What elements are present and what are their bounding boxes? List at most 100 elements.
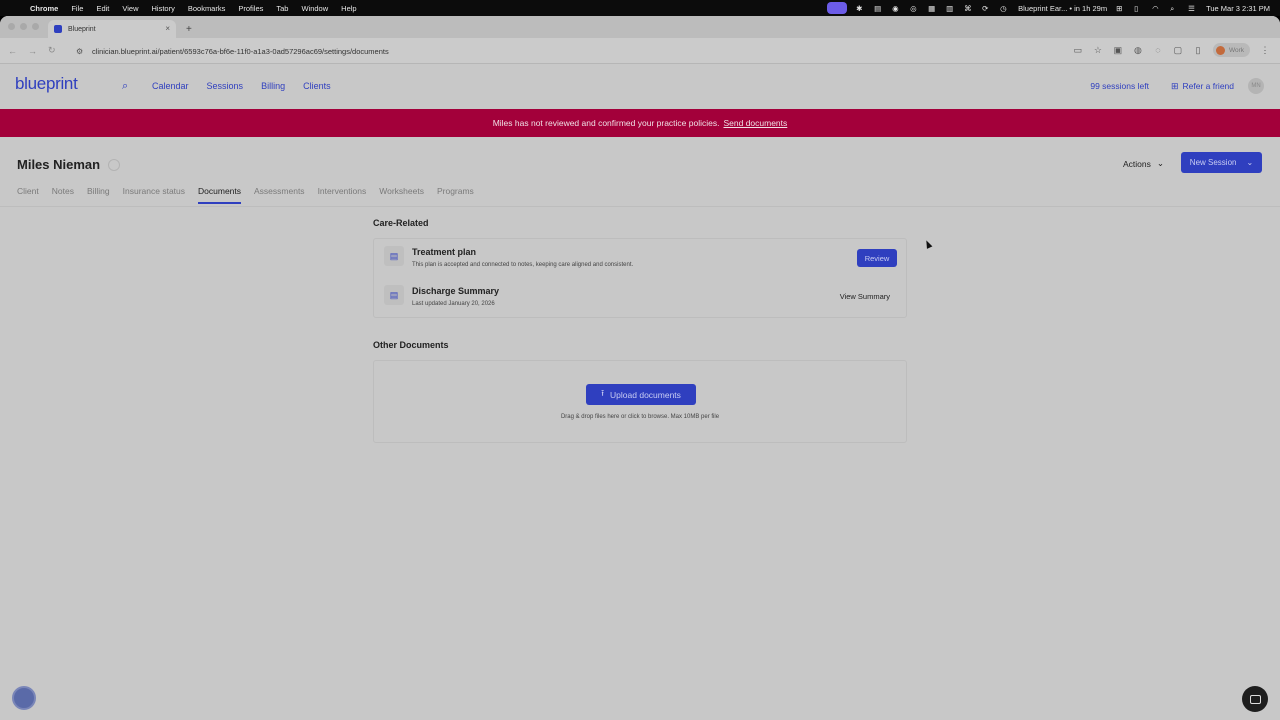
apple-icon[interactable] [10, 4, 18, 13]
traffic-lights [8, 23, 39, 30]
upload-documents-button[interactable]: ⭱ Upload documents [586, 384, 696, 405]
profile-button[interactable]: Work [1212, 43, 1250, 57]
menu-edit[interactable]: Edit [96, 4, 109, 13]
document-icon: ▤ [384, 285, 404, 305]
extension-icon[interactable]: ◍ [1133, 45, 1143, 55]
documents-panel: Care-Related ▤ Treatment plan This plan … [373, 218, 907, 443]
upload-dropzone[interactable]: ⭱ Upload documents Drag & drop files her… [373, 360, 907, 443]
address-bar[interactable]: ⚙ clinician.blueprint.ai/patient/6593c76… [70, 42, 1090, 60]
status-icon[interactable]: ⟳ [982, 4, 991, 13]
site-info-icon[interactable]: ⚙ [76, 47, 84, 56]
new-tab-icon[interactable]: + [186, 24, 192, 35]
status-icon[interactable]: ◉ [892, 4, 901, 13]
screen-recording-icon[interactable] [827, 2, 848, 14]
status-icon[interactable]: ▤ [874, 4, 883, 13]
control-center-icon[interactable]: ☰ [1188, 4, 1197, 13]
back-icon[interactable]: ← [8, 46, 17, 56]
menu-profiles[interactable]: Profiles [238, 4, 263, 13]
tab-insurance-status[interactable]: Insurance status [123, 186, 185, 204]
tab-worksheets[interactable]: Worksheets [379, 186, 424, 204]
treatment-plan-row[interactable]: ▤ Treatment plan This plan is accepted a… [374, 239, 906, 278]
browser-tab[interactable]: Blueprint × [48, 20, 176, 38]
tab-programs[interactable]: Programs [437, 186, 474, 204]
app-header: blueprint ⌕ Calendar Sessions Billing Cl… [0, 64, 1280, 109]
macos-menubar: Chrome File Edit View History Bookmarks … [0, 0, 1280, 16]
tab-title: Blueprint [68, 25, 96, 33]
chat-icon [1249, 694, 1261, 704]
send-documents-link[interactable]: Send documents [723, 118, 787, 128]
menu-app-chrome[interactable]: Chrome [30, 4, 58, 13]
nav-clients[interactable]: Clients [303, 81, 331, 91]
tab-client[interactable]: Client [17, 186, 39, 204]
status-icon[interactable]: ✱ [856, 4, 865, 13]
care-related-card: ▤ Treatment plan This plan is accepted a… [373, 238, 907, 318]
chat-launcher-button[interactable] [1242, 686, 1268, 712]
view-summary-button[interactable]: View Summary [840, 292, 890, 301]
gift-icon: ⊞ [1170, 80, 1179, 91]
reload-icon[interactable]: ↻ [48, 45, 57, 56]
close-tab-icon[interactable]: × [165, 24, 170, 33]
tab-notes[interactable]: Notes [52, 186, 74, 204]
search-icon[interactable]: ⌕ [122, 80, 134, 92]
zoom-window-button[interactable] [32, 23, 39, 30]
upload-label: Upload documents [610, 389, 681, 400]
review-button[interactable]: Review [857, 249, 897, 267]
calendar-event-text[interactable]: Blueprint Ear... • in 1h 29m [1018, 4, 1107, 13]
doc-subtitle: This plan is accepted and connected to n… [412, 262, 634, 268]
status-icon[interactable]: ▥ [946, 4, 955, 13]
close-window-button[interactable] [8, 23, 15, 30]
patient-tabs: Client Notes Billing Insurance status Do… [17, 186, 487, 204]
actions-dropdown[interactable]: Actions ⌄ [1123, 158, 1164, 169]
discharge-summary-row[interactable]: ▤ Discharge Summary Last updated January… [374, 278, 906, 317]
status-icon[interactable]: ⊞ [1116, 4, 1125, 13]
menubar-status-area: ✱ ▤ ◉ ◎ ▦ ▥ ⌘ ⟳ ◷ Blueprint Ear... • in … [827, 0, 1270, 16]
care-related-title: Care-Related [373, 218, 429, 228]
search-icon[interactable]: ⌕ [1170, 4, 1179, 13]
nav-sessions[interactable]: Sessions [207, 81, 244, 91]
more-menu-icon[interactable]: ⋮ [1260, 45, 1270, 55]
menu-help[interactable]: Help [341, 4, 356, 13]
doc-subtitle: Last updated January 20, 2026 [412, 301, 495, 307]
refer-friend-link[interactable]: Refer a friend [1183, 81, 1235, 91]
help-widget-button[interactable] [12, 686, 36, 710]
wifi-icon[interactable]: ◠ [1152, 4, 1161, 13]
status-icon[interactable]: ⌘ [964, 4, 973, 13]
nav-billing[interactable]: Billing [261, 81, 285, 91]
user-avatar[interactable]: MN [1248, 78, 1264, 94]
profile-avatar [1215, 45, 1225, 55]
menu-file[interactable]: File [71, 4, 83, 13]
blueprint-logo[interactable]: blueprint [15, 74, 78, 94]
document-icon: ▤ [384, 246, 404, 266]
battery-icon[interactable]: ▯ [1134, 4, 1143, 13]
tab-interventions[interactable]: Interventions [318, 186, 367, 204]
menu-view[interactable]: View [122, 4, 138, 13]
menu-window[interactable]: Window [301, 4, 328, 13]
tab-documents[interactable]: Documents [198, 186, 242, 204]
extension-icon[interactable]: ▣ [1113, 45, 1123, 55]
new-session-label: New Session [1189, 158, 1237, 167]
minimize-window-button[interactable] [20, 23, 27, 30]
nav-calendar[interactable]: Calendar [152, 81, 189, 91]
menu-history[interactable]: History [152, 4, 175, 13]
tab-billing[interactable]: Billing [87, 186, 110, 204]
status-icon[interactable]: ◎ [910, 4, 919, 13]
banner-text: Miles has not reviewed and confirmed you… [492, 118, 720, 128]
header-right: 99 sessions left ⊞ Refer a friend MN [1090, 78, 1264, 94]
upload-icon: ⭱ [601, 387, 605, 398]
new-session-button[interactable]: New Session ⌄ [1181, 152, 1262, 173]
menubar-clock[interactable]: Tue Mar 3 2:31 PM [1206, 4, 1270, 13]
extensions-puzzle-icon[interactable]: ▢ [1173, 45, 1183, 55]
cast-icon[interactable]: ▭ [1073, 45, 1083, 55]
side-panel-icon[interactable]: ▯ [1193, 45, 1203, 55]
menu-bookmarks[interactable]: Bookmarks [188, 4, 226, 13]
forward-icon[interactable]: → [28, 46, 37, 56]
sessions-left-link[interactable]: 99 sessions left [1090, 81, 1149, 91]
status-icon[interactable]: ▦ [928, 4, 937, 13]
profile-name: Work [1228, 46, 1244, 54]
tab-assessments[interactable]: Assessments [254, 186, 305, 204]
doc-title: Discharge Summary [412, 286, 500, 296]
status-badge[interactable] [108, 158, 121, 171]
menu-tab[interactable]: Tab [276, 4, 288, 13]
extension-icon[interactable]: ◌ [1153, 45, 1163, 55]
bookmark-star-icon[interactable]: ☆ [1093, 45, 1103, 55]
